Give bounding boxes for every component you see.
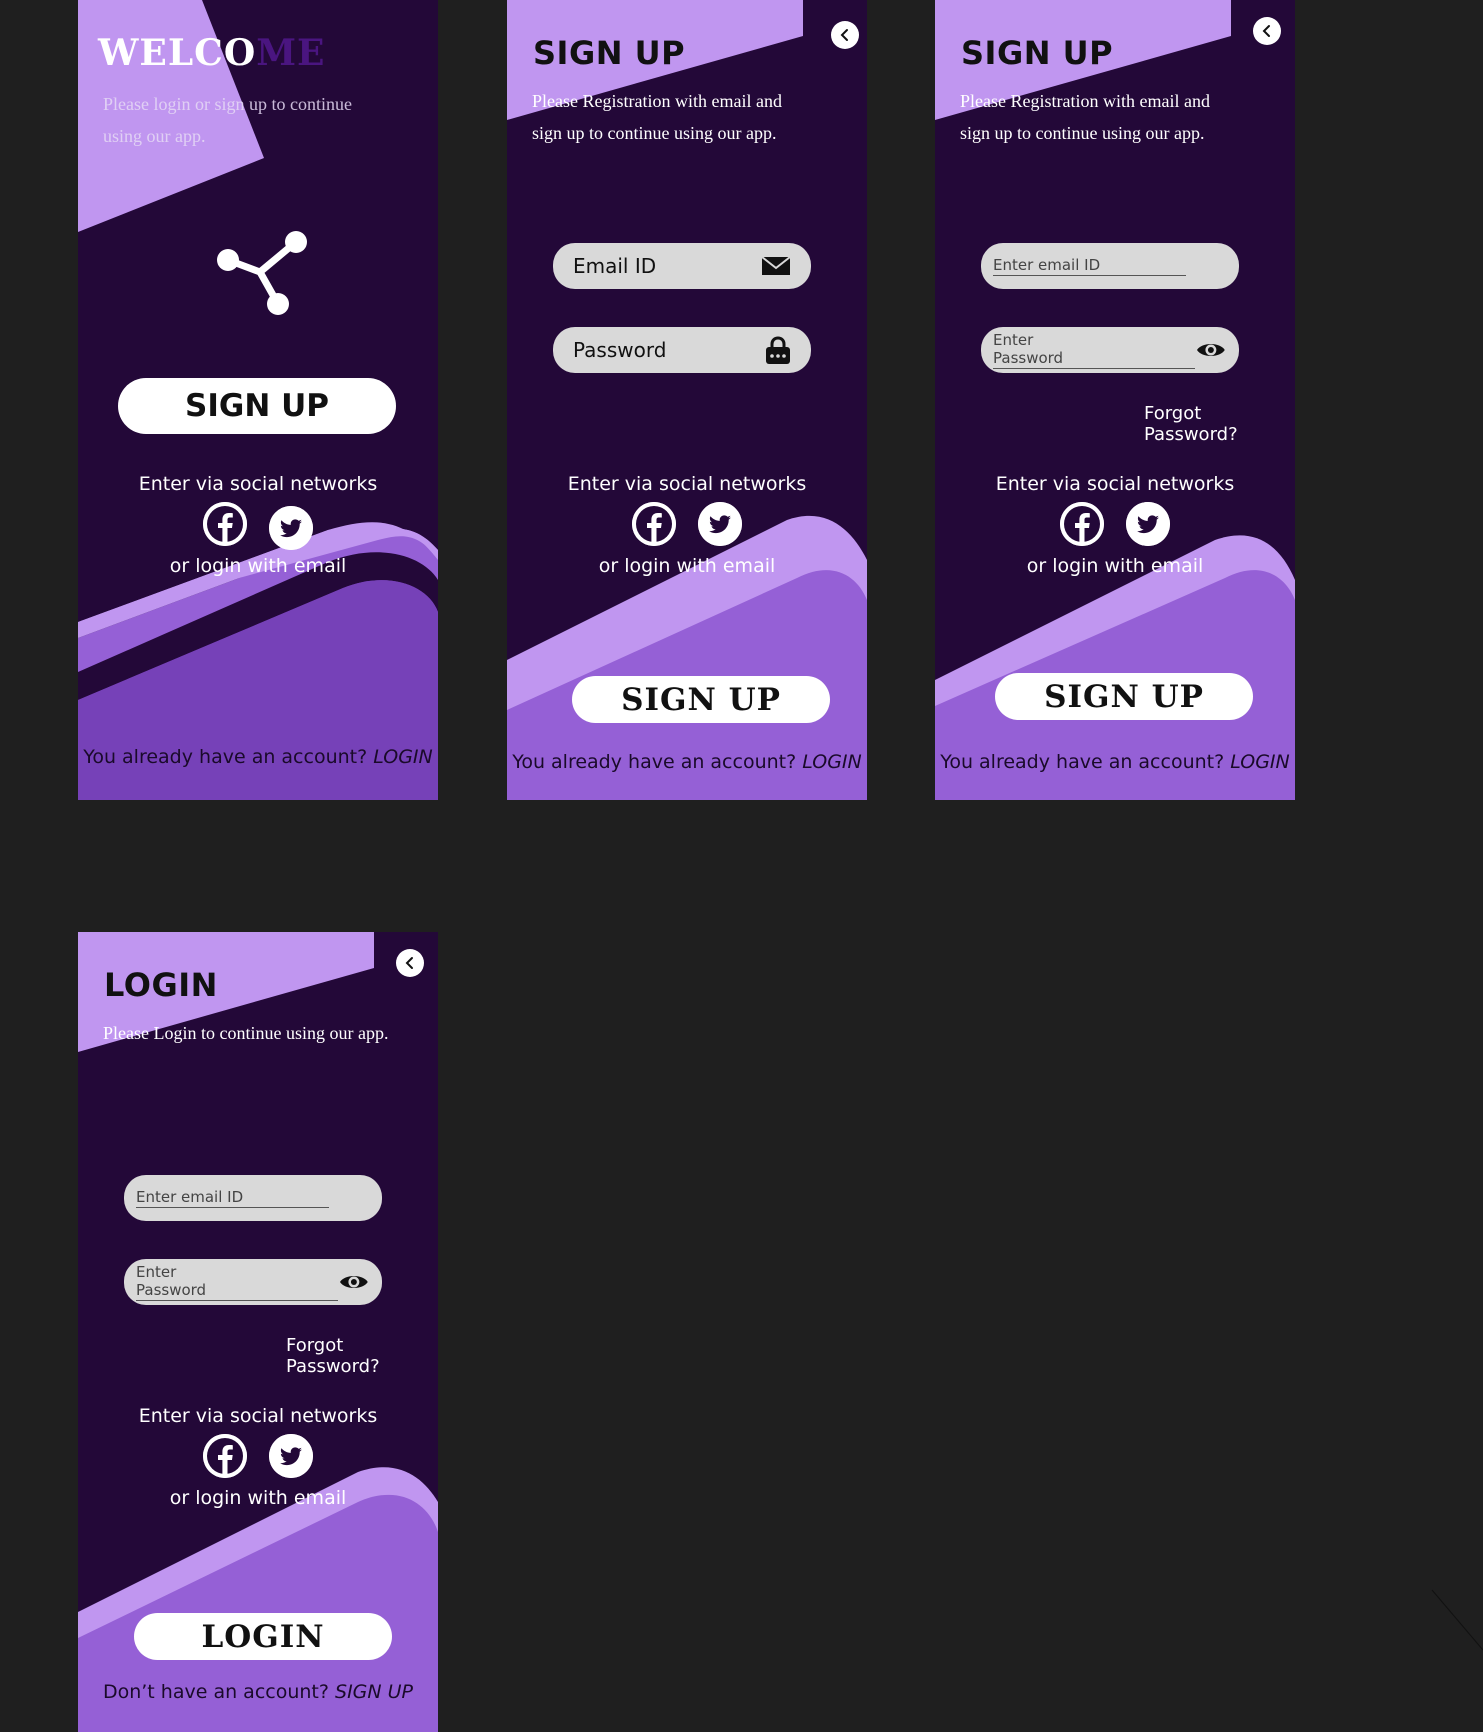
email-field[interactable]: Email ID	[553, 243, 811, 289]
login-background	[78, 932, 438, 1732]
social-buttons	[78, 502, 438, 550]
signup2-title: SIGN UP	[961, 34, 1114, 72]
facebook-icon[interactable]	[632, 502, 676, 546]
signup2-social-label: Enter via social networks	[995, 473, 1235, 495]
forgot-password-link[interactable]: Forgot Password?	[1144, 403, 1295, 445]
chevron-left-icon[interactable]	[1253, 17, 1281, 45]
login-social-buttons	[78, 1434, 438, 1478]
login-submit-button[interactable]: LOGIN	[134, 1613, 392, 1660]
signup-button[interactable]: SIGN UP	[118, 378, 396, 434]
login-subtitle: Please Login to continue using our app.	[103, 1023, 389, 1043]
facebook-icon[interactable]	[1060, 502, 1104, 546]
login-screen: LOGIN Please Login to continue using our…	[78, 932, 438, 1732]
lock-icon	[766, 336, 790, 364]
login-footer: Don’t have an account? SIGN UP	[78, 1681, 438, 1703]
login-social-label: Enter via social networks	[138, 1405, 378, 1427]
password-field-label: Password	[573, 338, 667, 362]
login-forgot-password-link[interactable]: Forgot Password?	[286, 1335, 438, 1377]
signup1-social-buttons	[507, 502, 867, 546]
signup2-footer-text: You already have an account?	[940, 751, 1225, 773]
welcome-title: WELCOME	[98, 32, 326, 74]
twitter-icon[interactable]	[269, 506, 313, 550]
login-email-placeholder: Enter email ID	[136, 1188, 330, 1208]
decorative-line	[1431, 1589, 1483, 1651]
signup1-social-label: Enter via social networks	[567, 473, 807, 495]
footer-login-prompt: You already have an account? LOGIN	[78, 746, 438, 768]
signup1-footer: You already have an account? LOGIN	[507, 751, 867, 773]
welcome-title-part1: WELCO	[98, 32, 257, 74]
login-title: LOGIN	[104, 966, 218, 1004]
password-input[interactable]: Enter Password	[981, 327, 1239, 373]
signup1-subtitle: Please Registration with email and sign …	[532, 85, 782, 149]
signup2-submit-button[interactable]: SIGN UP	[995, 673, 1253, 720]
login-with-email-link[interactable]: or login with email	[78, 1487, 438, 1509]
twitter-icon[interactable]	[698, 502, 742, 546]
login-email-input[interactable]: Enter email ID	[124, 1175, 382, 1221]
email-field-label: Email ID	[573, 254, 657, 278]
password-placeholder: Enter Password	[993, 331, 1196, 369]
signup2-subtitle-line2: sign up to continue using our app.	[960, 123, 1205, 143]
signup2-subtitle-line1: Please Registration with email and	[960, 91, 1210, 111]
signup1-subtitle-line1: Please Registration with email and	[532, 91, 782, 111]
welcome-title-part2: ME	[256, 32, 326, 74]
login-footer-text: Don’t have an account?	[102, 1681, 329, 1703]
facebook-icon[interactable]	[203, 1434, 247, 1478]
welcome-subtitle-line2: using our app.	[103, 126, 206, 146]
footer-text: You already have an account?	[83, 746, 368, 768]
eye-icon[interactable]	[1195, 339, 1227, 361]
password-field[interactable]: Password	[553, 327, 811, 373]
signup-submit-button[interactable]: SIGN UP	[572, 676, 830, 723]
login-password-input[interactable]: Enter Password	[124, 1259, 382, 1305]
signup-link[interactable]: SIGN UP	[335, 1681, 413, 1703]
facebook-icon[interactable]	[203, 502, 247, 546]
signup1-subtitle-line2: sign up to continue using our app.	[532, 123, 777, 143]
login-with-email-label[interactable]: or login with email	[78, 555, 438, 577]
signup2-footer: You already have an account? LOGIN	[935, 751, 1295, 773]
login-link[interactable]: LOGIN	[373, 746, 433, 768]
share-icon	[217, 231, 307, 315]
welcome-subtitle-line1: Please login or sign up to continue	[103, 94, 352, 114]
eye-icon[interactable]	[338, 1271, 370, 1293]
chevron-left-icon[interactable]	[831, 21, 859, 49]
email-input[interactable]: Enter email ID	[981, 243, 1239, 289]
login-password-placeholder: Enter Password	[136, 1263, 339, 1301]
social-networks-label: Enter via social networks	[138, 473, 378, 495]
chevron-left-icon[interactable]	[396, 949, 424, 977]
welcome-subtitle: Please login or sign up to continue usin…	[103, 88, 352, 152]
welcome-screen: WELCOME Please login or sign up to conti…	[78, 0, 438, 800]
email-placeholder: Enter email ID	[993, 256, 1187, 276]
signup1-login-link[interactable]: LOGIN	[802, 751, 862, 773]
signup-screen-2: SIGN UP Please Registration with email a…	[935, 0, 1295, 800]
signup2-login-link[interactable]: LOGIN	[1230, 751, 1290, 773]
signup2-subtitle: Please Registration with email and sign …	[960, 85, 1210, 149]
signup1-login-with-email[interactable]: or login with email	[507, 555, 867, 577]
signup2-login-with-email[interactable]: or login with email	[935, 555, 1295, 577]
signup1-title: SIGN UP	[533, 34, 686, 72]
signup1-footer-text: You already have an account?	[512, 751, 797, 773]
signup2-social-buttons	[935, 502, 1295, 546]
mail-icon	[761, 256, 791, 275]
signup-screen-1: SIGN UP Please Registration with email a…	[507, 0, 867, 800]
twitter-icon[interactable]	[1126, 502, 1170, 546]
twitter-icon[interactable]	[269, 1434, 313, 1478]
